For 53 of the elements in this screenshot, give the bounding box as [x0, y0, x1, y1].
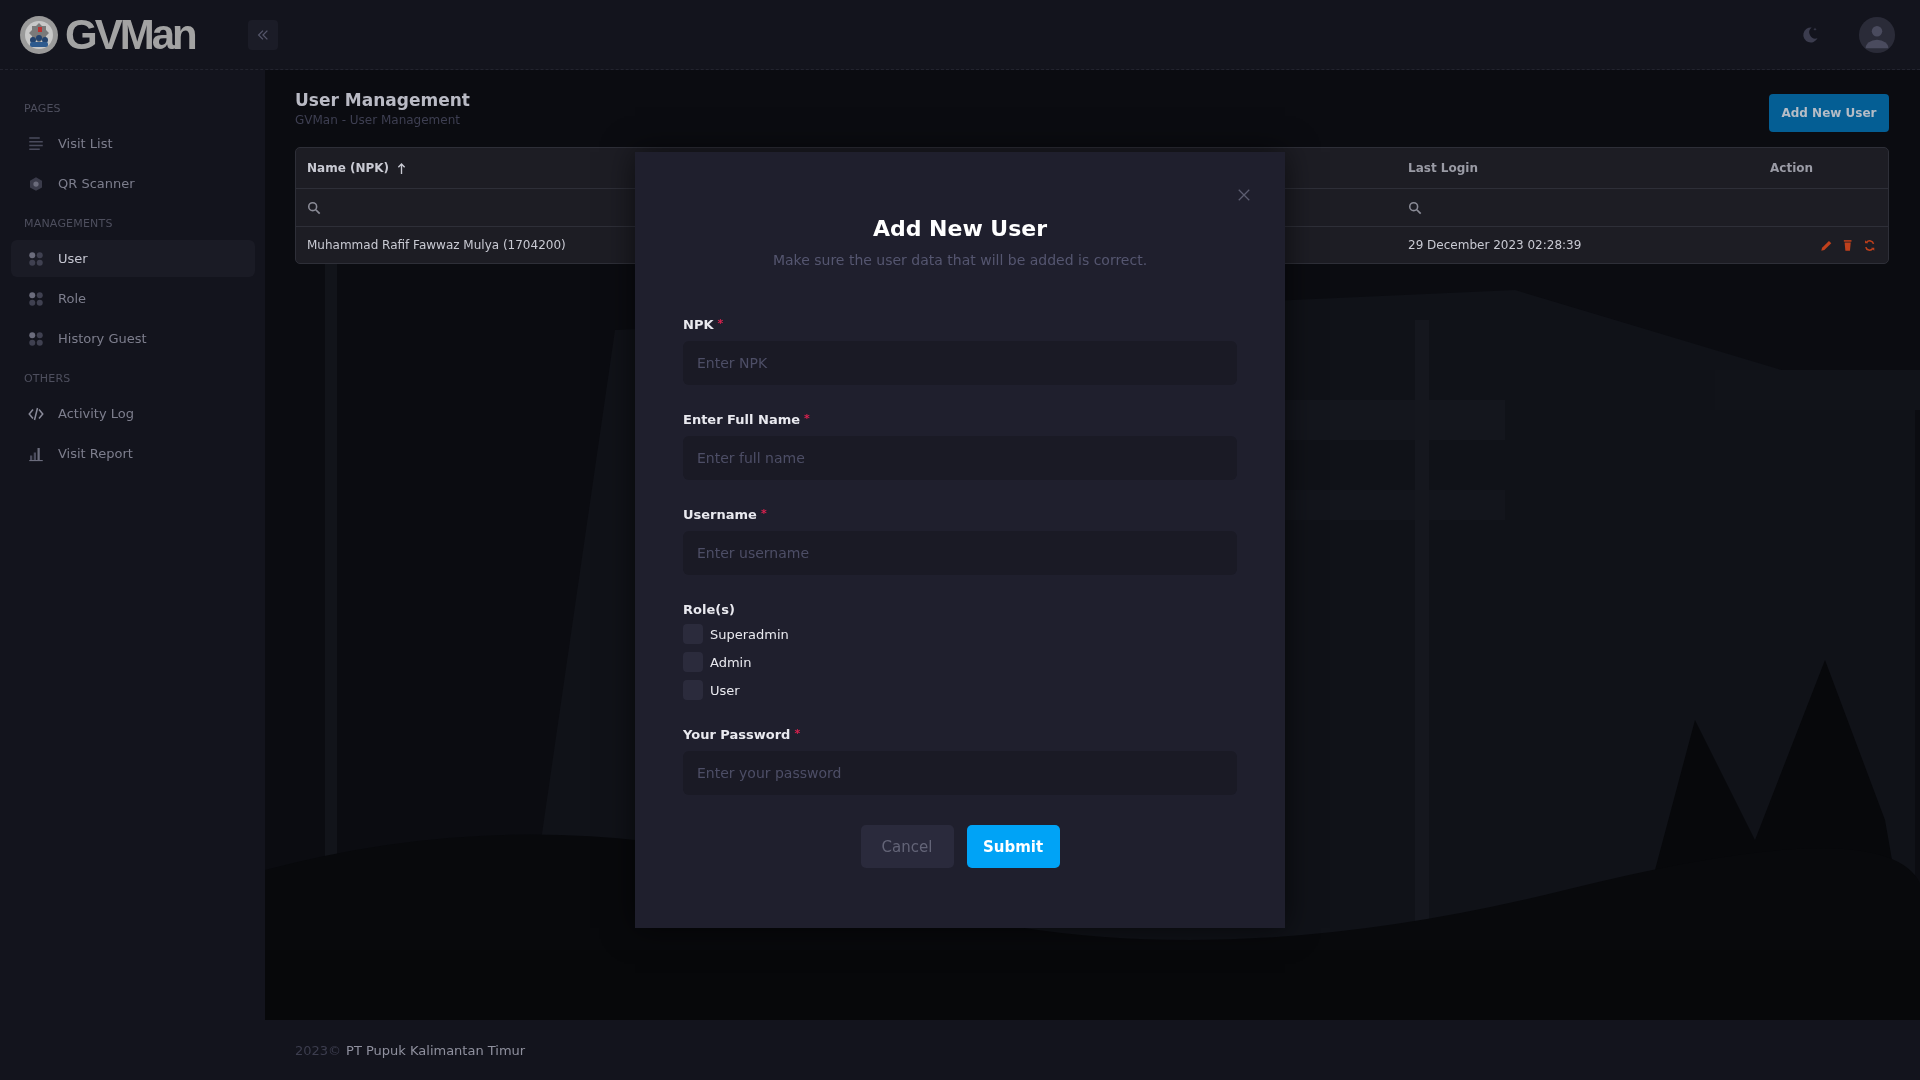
add-user-button[interactable]: Add New User	[1769, 94, 1889, 132]
dialog-title: Add New User	[872, 216, 1048, 241]
checkbox-label[interactable]: Admin	[710, 654, 752, 670]
submit-button[interactable]: Submit	[966, 825, 1060, 868]
logo-icon	[19, 14, 59, 55]
cancel-button[interactable]: Cancel	[860, 825, 954, 868]
moon-icon[interactable]	[1800, 24, 1820, 45]
sidebar-item[interactable]: Activity Log	[11, 395, 255, 432]
section-heading: MANAGEMENTS	[23, 216, 114, 232]
input-field[interactable]: Enter full name	[683, 436, 1237, 480]
dots-icon	[27, 329, 45, 348]
sidebar-item[interactable]: History Guest	[11, 320, 255, 357]
dialog-subtitle: Make sure the user data that will be added is correct.	[772, 252, 1148, 268]
search-icon[interactable]	[307, 200, 321, 215]
field-label: NPK	[683, 317, 714, 332]
required-mark: *	[794, 727, 801, 742]
breadcrumb: GVMan - User Management	[295, 113, 461, 127]
checkbox-label[interactable]: User	[710, 682, 740, 698]
input-field[interactable]: Enter your password	[683, 751, 1237, 795]
required-mark: *	[760, 507, 767, 522]
logo-text: GVMan	[65, 10, 195, 59]
input-field[interactable]: Enter NPK	[683, 341, 1237, 385]
column-header[interactable]: Name (NPK)	[307, 161, 390, 175]
field-label: Role(s)	[683, 602, 735, 617]
up-arrow-icon[interactable]	[397, 161, 407, 175]
column-header[interactable]: Action	[1770, 161, 1814, 175]
section-heading: PAGES	[23, 101, 62, 117]
input-field[interactable]: Enter username	[683, 531, 1237, 575]
table-cell: Muhammad Rafif Fawwaz Mulya (1704200)	[307, 238, 566, 252]
page-title: User Management	[295, 90, 470, 110]
sidebar-item[interactable]: Visit Report	[11, 435, 255, 472]
required-mark: *	[717, 317, 724, 332]
dots-icon	[27, 249, 45, 268]
checkbox-label[interactable]: Superadmin	[710, 626, 789, 642]
column-header[interactable]: Last Login	[1408, 161, 1478, 175]
search-icon[interactable]	[1408, 200, 1422, 215]
dots-icon	[27, 289, 45, 308]
collapse-button[interactable]	[248, 19, 278, 50]
required-mark: *	[804, 412, 810, 427]
field-label: Username	[683, 507, 757, 522]
sidebar-item[interactable]: Visit List	[11, 125, 255, 162]
sidebar-item[interactable]: Role	[11, 280, 255, 317]
section-heading: OTHERS	[23, 371, 72, 387]
sidebar-item[interactable]: QR Scanner	[11, 165, 255, 202]
close-icon[interactable]	[1237, 188, 1251, 202]
avatar-icon[interactable]	[1858, 15, 1896, 54]
field-label: Your Password	[683, 727, 791, 742]
sidebar-item[interactable]: User	[11, 240, 255, 277]
table-cell: 29 December 2023 02:28:39	[1408, 238, 1582, 252]
field-label: Enter Full Name	[683, 412, 801, 427]
footer-link[interactable]: PT Pupuk Kalimantan Timur	[346, 1042, 526, 1058]
double-chevron-icon	[256, 27, 270, 42]
list-icon	[27, 134, 45, 153]
